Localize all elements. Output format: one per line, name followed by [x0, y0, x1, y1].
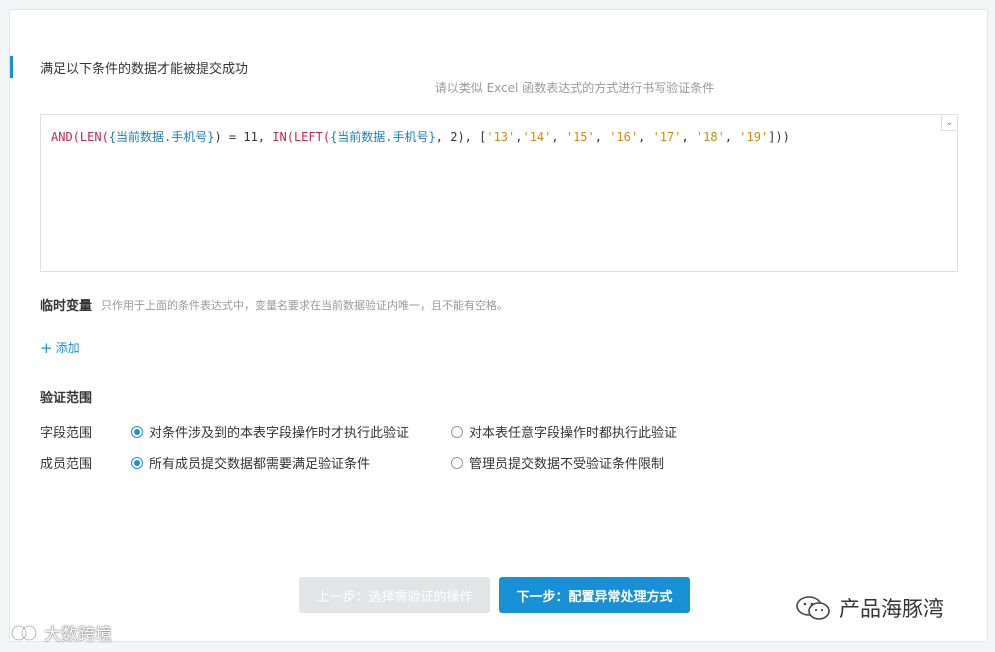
temp-vars-label: 临时变量 — [40, 299, 93, 314]
section-indicator-bar — [10, 56, 13, 78]
next-step-button[interactable]: 下一步：配置异常处理方式 — [499, 577, 690, 613]
code-token-op: , — [551, 130, 566, 144]
temp-vars-description: 只作用于上面的条件表达式中，变量名要求在当前数据验证内唯一，且不能有空格。 — [101, 299, 508, 312]
chevron-down-icon[interactable]: ⌄ — [941, 115, 957, 131]
code-token-fld: {当前数据.手机号} — [330, 130, 436, 144]
condition-expression-editor[interactable]: AND(LEN({当前数据.手机号}) = 11, IN(LEFT({当前数据.… — [40, 114, 958, 272]
radio-icon — [451, 456, 463, 469]
code-token-op: , 2), [ — [435, 130, 487, 144]
watermark-left: 大数跨境 — [10, 620, 112, 645]
plus-icon: + — [40, 338, 53, 357]
expression-hint: 请以类似 Excel 函数表达式的方式进行书写验证条件 — [434, 81, 715, 95]
wechat-icon — [796, 596, 830, 620]
field-scope-option-any[interactable]: 对本表任意字段操作时都执行此验证 — [451, 422, 677, 441]
code-token-str: '15' — [565, 130, 595, 144]
watermark-right: 产品海豚湾 — [795, 593, 944, 623]
member-scope-option-admin-exempt[interactable]: 管理员提交数据不受验证条件限制 — [451, 453, 664, 472]
brand-logo-icon — [11, 624, 37, 641]
watermark-right-text: 产品海豚湾 — [839, 597, 944, 621]
radio-icon — [131, 456, 143, 469]
add-temp-var-button[interactable]: + 添加 — [40, 339, 80, 356]
radio-icon — [451, 425, 463, 438]
code-token-fld: {当前数据.手机号} — [108, 130, 215, 144]
field-scope-option-relevant[interactable]: 对条件涉及到的本表字段操作时才执行此验证 — [131, 422, 409, 441]
prev-step-button[interactable]: 上一步：选择需验证的操作 — [299, 577, 490, 613]
code-token-op: , — [681, 130, 696, 144]
code-token-fn: IN(LEFT( — [272, 130, 331, 144]
form-card: 满足以下条件的数据才能被提交成功 请以类似 Excel 函数表达式的方式进行书写… — [9, 9, 988, 642]
code-token-op: ) = 11, — [214, 130, 273, 144]
watermark-left-text: 大数跨境 — [44, 625, 112, 645]
code-token-str: '17' — [652, 130, 682, 144]
code-token-str: '16' — [609, 130, 639, 144]
member-scope-label: 成员范围 — [40, 457, 93, 472]
code-token-str: '19' — [739, 130, 769, 144]
scope-title: 验证范围 — [40, 391, 93, 406]
code-token-str: '14' — [522, 130, 552, 144]
code-token-op: ])) — [768, 130, 790, 144]
field-scope-label: 字段范围 — [40, 426, 93, 441]
code-token-str: '18' — [695, 130, 725, 144]
section-title: 满足以下条件的数据才能被提交成功 — [40, 62, 249, 77]
add-label: 添加 — [55, 341, 80, 355]
radio-icon — [131, 425, 143, 438]
code-token-fn: AND(LEN( — [51, 130, 109, 144]
member-scope-option-all[interactable]: 所有成员提交数据都需要满足验证条件 — [131, 453, 370, 472]
code-token-op: , — [638, 130, 653, 144]
code-token-op: , — [594, 130, 610, 144]
code-token-str: '13' — [486, 130, 516, 144]
code-token-op: , — [724, 130, 740, 144]
expression-code[interactable]: AND(LEN({当前数据.手机号}) = 11, IN(LEFT({当前数据.… — [51, 128, 790, 145]
